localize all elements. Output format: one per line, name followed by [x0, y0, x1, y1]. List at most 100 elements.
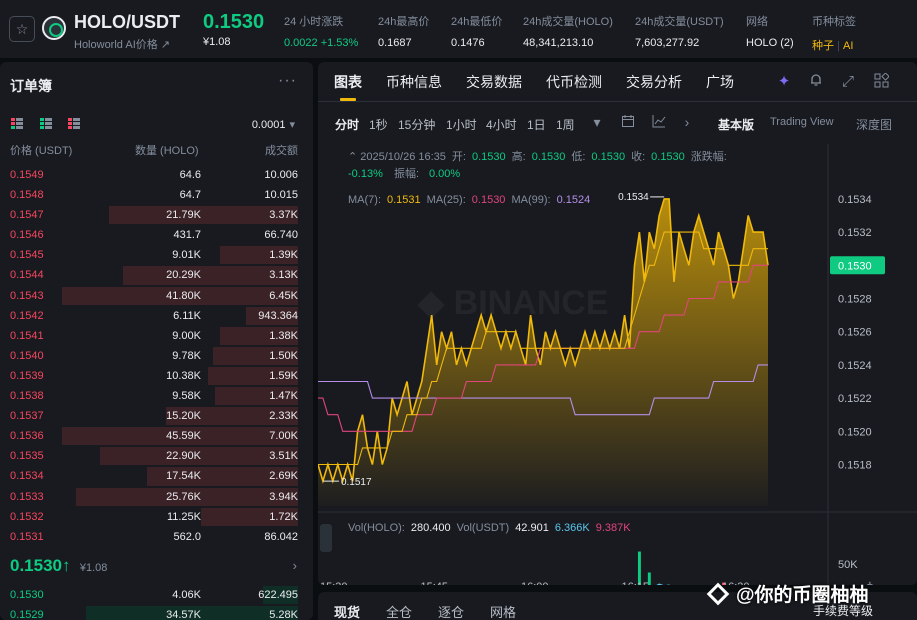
view-asks-icon[interactable] [68, 118, 80, 130]
total-cell: 1.38K [269, 329, 298, 342]
ask-row[interactable]: 0.1535 22.90K 3.51K [0, 446, 313, 466]
dropdown-icon[interactable]: ▾ [589, 114, 605, 130]
tab-trade-data[interactable]: 交易数据 [466, 72, 522, 92]
indicator-icon[interactable] [651, 114, 667, 130]
interval-1s[interactable]: 1秒 [369, 116, 388, 133]
chevron-right-icon[interactable]: › [679, 114, 695, 130]
y-tick-label: 0.1518 [838, 460, 872, 472]
view-basic[interactable]: 基本版 [718, 116, 754, 133]
vol-ma-a-value: 6.366K [555, 522, 591, 534]
ask-row[interactable]: 0.1547 21.79K 3.37K [0, 205, 313, 225]
price-cell: 0.1535 [10, 450, 44, 463]
price-chart[interactable]: ◆ BINANCE 0.1534 0.1517 0.1534 0.1532 0.153… [318, 144, 917, 585]
interval-1w[interactable]: 1周 [556, 116, 575, 133]
amount-cell: 15.20K [166, 410, 201, 423]
ask-row[interactable]: 0.1540 9.78K 1.50K [0, 346, 313, 366]
ma7-label: MA(7): [348, 194, 381, 206]
ask-row[interactable]: 0.1542 6.11K 943.364 [0, 306, 313, 326]
chart-toolbar: 分时 1秒 15分钟 1小时 4小时 1日 1周 ▾ › 基本版 Trading… [318, 110, 917, 136]
stat-coin-tags[interactable]: 币种标签 种子 | AI [812, 13, 856, 53]
total-cell: 622.495 [258, 589, 298, 601]
interval-4h[interactable]: 4小时 [486, 116, 517, 133]
ask-row[interactable]: 0.1536 45.59K 7.00K [0, 426, 313, 446]
tab-trade-analysis[interactable]: 交易分析 [626, 72, 682, 92]
pair-name[interactable]: HOLO/USDT [74, 12, 180, 33]
total-cell: 10.006 [264, 169, 298, 181]
ohlc-datetime: ⌃ 2025/10/26 16:35 [348, 151, 446, 163]
y-tick-label: 0.1524 [838, 360, 872, 372]
stat-label: 24h成交量(USDT) [635, 16, 724, 28]
view-both-icon[interactable] [11, 118, 23, 130]
watermark-text: @你的币圈柚柚 [736, 585, 869, 606]
total-cell: 7.00K [269, 430, 298, 443]
stat-network[interactable]: 网络 HOLO (2) [746, 13, 794, 49]
mid-price[interactable]: 0.1530↑ ¥1.08 › [10, 556, 303, 576]
interval-15m[interactable]: 15分钟 [398, 116, 435, 133]
ask-row[interactable]: 0.1533 25.76K 3.94K [0, 487, 313, 507]
ask-row[interactable]: 0.1541 9.00K 1.38K [0, 326, 313, 346]
ask-row[interactable]: 0.1548 64.7 10.015 [0, 185, 313, 205]
pair-subtitle-link[interactable]: Holoworld AI价格 ↗ [74, 36, 170, 52]
ask-row[interactable]: 0.1549 64.6 10.006 [0, 165, 313, 185]
ask-row[interactable]: 0.1544 20.29K 3.13K [0, 265, 313, 285]
total-cell: 5.28K [269, 609, 298, 620]
tag-ai[interactable]: AI [843, 40, 853, 52]
view-depth[interactable]: 深度图 [856, 116, 892, 133]
calendar-icon[interactable] [620, 114, 636, 130]
col-total-header: 成交额 [265, 145, 298, 157]
bid-row[interactable]: 0.1530 4.06K 622.495 [0, 585, 313, 605]
bell-icon[interactable] [807, 73, 825, 91]
ohlc-amp-label: 振幅: [394, 166, 419, 180]
amount-cell: 9.58K [172, 390, 201, 403]
price-cell: 0.1531 [10, 530, 44, 543]
expand-icon[interactable]: ⤢ [839, 73, 857, 91]
ask-row[interactable]: 0.1543 41.80K 6.45K [0, 286, 313, 306]
mid-price-value: 0.1530↑ [10, 556, 71, 575]
ask-row[interactable]: 0.1537 15.20K 2.33K [0, 406, 313, 426]
price-cell: 0.1530 [10, 589, 44, 601]
amount-cell: 9.00K [172, 329, 201, 342]
stat-label: 网络 [746, 16, 768, 28]
tab-spot[interactable]: 现货 [334, 602, 360, 620]
tab-cross[interactable]: 全仓 [386, 602, 412, 620]
ask-row[interactable]: 0.1538 9.58K 1.47K [0, 386, 313, 406]
more-dots-icon[interactable]: ··· [278, 72, 297, 90]
ask-row[interactable]: 0.1546 431.7 66.740 [0, 225, 313, 245]
chevron-right-icon[interactable]: › [293, 558, 297, 573]
ask-row[interactable]: 0.1539 10.38K 1.59K [0, 366, 313, 386]
view-tradingview[interactable]: Trading View [770, 116, 834, 128]
interval-1h[interactable]: 1小时 [446, 116, 477, 133]
ai-sparkle-icon[interactable]: ✦ [775, 73, 793, 91]
tab-square[interactable]: 广场 [706, 72, 734, 92]
y-tick-label: 0.1528 [838, 294, 872, 306]
tab-grid[interactable]: 网格 [490, 602, 516, 620]
view-bids-icon[interactable] [40, 118, 52, 130]
price-cell: 0.1534 [10, 470, 44, 483]
total-cell: 1.59K [269, 369, 298, 382]
ask-row[interactable]: 0.1531 562.0 86.042 [0, 527, 313, 547]
bid-row[interactable]: 0.1529 34.57K 5.28K [0, 605, 313, 620]
price-cell: 0.1537 [10, 410, 44, 423]
stat-24h-volume-usdt: 24h成交量(USDT) 7,603,277.92 [635, 13, 724, 49]
ohlc-change: -0.13% [348, 168, 383, 180]
ask-row[interactable]: 0.1534 17.54K 2.69K [0, 466, 313, 486]
amount-cell: 34.57K [166, 609, 201, 620]
interval-time[interactable]: 分时 [335, 116, 359, 133]
x-tick-label: 15:30 [320, 581, 348, 585]
grid-icon[interactable] [872, 72, 890, 91]
ohlc-amp: 0.00% [429, 168, 460, 180]
ask-row[interactable]: 0.1532 11.25K 1.72K [0, 507, 313, 527]
ohlc-high: 0.1530 [532, 151, 566, 163]
ask-row[interactable]: 0.1545 9.01K 1.39K [0, 245, 313, 265]
total-cell: 3.51K [269, 450, 298, 463]
amount-cell: 20.29K [166, 269, 201, 282]
ma99-value: 0.1524 [557, 194, 591, 206]
interval-1d[interactable]: 1日 [527, 116, 546, 133]
tab-isolated[interactable]: 逐仓 [438, 602, 464, 620]
tab-token-check[interactable]: 代币检测 [546, 72, 602, 92]
tag-seed[interactable]: 种子 [812, 40, 834, 52]
tab-chart[interactable]: 图表 [334, 72, 362, 101]
star-icon[interactable]: ☆ [9, 16, 35, 42]
tab-coin-info[interactable]: 币种信息 [386, 72, 442, 92]
tick-size-select[interactable]: 0.0001 [252, 118, 295, 131]
